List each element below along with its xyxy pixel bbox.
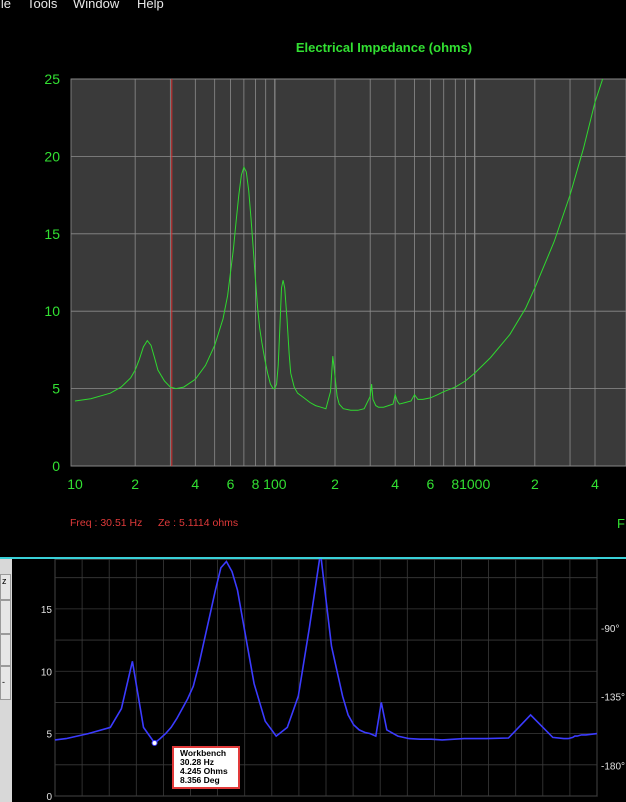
phase-tick-label: -90° <box>601 624 619 635</box>
strip-button-2[interactable] <box>0 600 11 634</box>
menu-tools[interactable]: Tools <box>27 0 57 11</box>
measurement-chart[interactable]: 0 5 10 15 -90° -135° -180° <box>12 559 626 802</box>
x-tick-label: 2 <box>331 476 339 492</box>
y-tick-label: 0 <box>46 792 52 802</box>
y-tick-label: 5 <box>52 381 60 397</box>
x-tick-label: 4 <box>391 476 399 492</box>
x-tick-labels: 10 2 4 6 8 100 2 4 6 8 1000 2 4 <box>67 476 599 492</box>
x-tick-label: 10 <box>67 476 83 492</box>
menu-bar: ile Tools Window Help <box>0 0 626 12</box>
y-tick-labels: 0 5 10 15 20 25 <box>44 71 60 474</box>
x-tick-label: 4 <box>591 476 599 492</box>
edge-label: F <box>617 516 625 531</box>
menu-help[interactable]: Help <box>137 0 164 11</box>
x-tick-label: 1000 <box>459 476 490 492</box>
y-tick-label: 20 <box>44 148 60 164</box>
left-control-strip: z - <box>0 559 12 802</box>
y-tick-label: 5 <box>46 730 52 741</box>
menu-file[interactable]: ile <box>0 0 11 11</box>
menu-window[interactable]: Window <box>73 0 119 11</box>
x-tick-label: 6 <box>227 476 235 492</box>
x-tick-label: 2 <box>531 476 539 492</box>
x-tick-label: 100 <box>263 476 287 492</box>
y-tick-label: 10 <box>44 303 60 319</box>
y-tick-label: 10 <box>41 667 53 678</box>
strip-label-4: - <box>2 677 5 687</box>
strip-label-1: z <box>2 576 7 586</box>
chart-title: Electrical Impedance (ohms) <box>296 40 472 55</box>
freq-readout: Freq : 30.51 Hz <box>70 517 142 529</box>
x-tick-label: 4 <box>191 476 199 492</box>
plot-area <box>70 78 626 467</box>
ze-readout: Ze : 5.1114 ohms <box>158 517 238 529</box>
x-tick-label: 6 <box>426 476 434 492</box>
phase-tick-label: -135° <box>601 693 625 704</box>
x-tick-label: 8 <box>252 476 260 492</box>
tooltip-marker[interactable] <box>151 739 158 746</box>
strip-button-4[interactable]: - <box>0 666 11 700</box>
y-tick-label: 15 <box>41 605 53 616</box>
x-tick-label: 2 <box>131 476 139 492</box>
bottom-y-tick-labels: 0 5 10 15 <box>41 605 53 802</box>
phase-tick-labels: -90° -135° -180° <box>601 624 625 773</box>
workbench-tooltip: Workbench 30.28 Hz 4.245 Ohms 8.356 Deg <box>172 746 240 789</box>
strip-button-1[interactable]: z <box>0 574 11 600</box>
phase-tick-label: -180° <box>601 761 625 772</box>
impedance-chart[interactable]: Electrical Impedance (ohms) 0 5 10 15 20 25 1… <box>0 12 626 557</box>
tooltip-deg: 8.356 Deg <box>180 775 220 785</box>
y-tick-label: 0 <box>52 458 60 474</box>
y-tick-label: 15 <box>44 226 60 242</box>
y-tick-label: 25 <box>44 71 60 87</box>
strip-button-3[interactable] <box>0 634 11 666</box>
